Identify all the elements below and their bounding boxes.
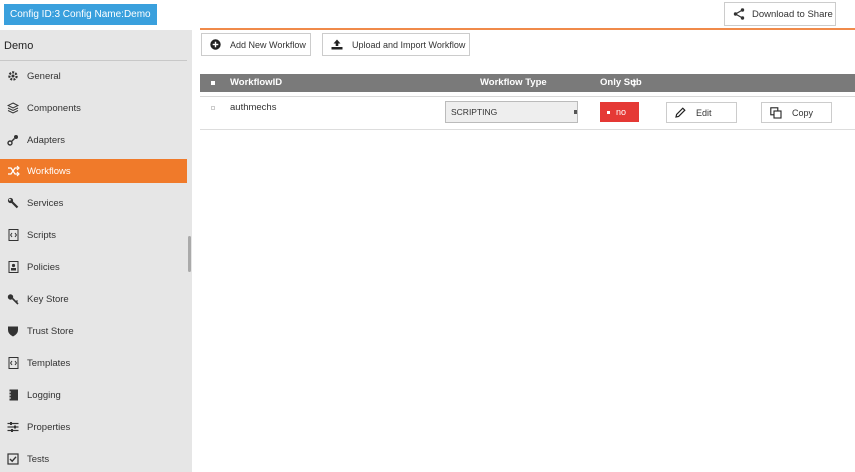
column-header-workflow-id[interactable]: WorkflowID: [230, 74, 282, 92]
key-icon: [6, 292, 20, 306]
table-row: authmechs SCRIPTING no Edit Copy: [200, 97, 855, 130]
sidebar-item-label: Workflows: [27, 165, 71, 177]
sidebar: Demo General Components Adapters Workflo…: [0, 30, 192, 472]
adapter-icon: [6, 133, 20, 147]
sidebar-item-scripts[interactable]: Scripts: [0, 223, 187, 247]
checkbox-icon: [6, 452, 20, 466]
sidebar-item-label: Properties: [27, 421, 71, 433]
header-accent-rule: [200, 28, 855, 30]
edit-button[interactable]: Edit: [666, 102, 737, 123]
layers-icon: [6, 101, 20, 115]
sidebar-item-key-store[interactable]: Key Store: [0, 287, 187, 311]
sidebar-item-services[interactable]: Services: [0, 191, 187, 215]
upload-icon: [331, 39, 343, 50]
add-new-workflow-label: Add New Workflow: [230, 39, 306, 50]
shuffle-icon: [6, 164, 20, 178]
sidebar-item-workflows[interactable]: Workflows: [0, 159, 187, 183]
sidebar-item-label: Key Store: [27, 293, 69, 305]
sidebar-item-general[interactable]: General: [0, 64, 187, 88]
square-icon: [607, 110, 610, 114]
download-to-share-button[interactable]: Download to Share: [724, 2, 836, 26]
only-sub-value: no: [616, 107, 627, 117]
workflow-type-value: SCRIPTING: [451, 107, 498, 117]
workflow-type-select[interactable]: SCRIPTING: [445, 101, 578, 123]
workflow-id-cell[interactable]: authmechs: [230, 102, 276, 113]
sidebar-divider: [0, 60, 187, 61]
sidebar-item-properties[interactable]: Properties: [0, 415, 187, 439]
edit-label: Edit: [696, 107, 712, 118]
sidebar-item-label: Trust Store: [27, 325, 74, 337]
sidebar-item-label: Policies: [27, 261, 60, 273]
sidebar-item-label: Tests: [27, 453, 50, 465]
column-header-workflow-type: Workflow Type: [480, 77, 547, 88]
script-icon: [6, 228, 20, 242]
grid-header: WorkflowID Workflow Type Only Sub: [200, 74, 855, 92]
sidebar-item-label: Adapters: [27, 134, 66, 146]
sliders-icon: [6, 420, 20, 434]
copy-button[interactable]: Copy: [761, 102, 832, 123]
copy-label: Copy: [792, 107, 814, 118]
sidebar-item-label: General: [27, 70, 61, 82]
plus-circle-icon: [210, 39, 221, 50]
row-checkbox[interactable]: [211, 106, 215, 110]
upload-import-label: Upload and Import Workflow: [352, 39, 466, 50]
sidebar-item-adapters[interactable]: Adapters: [0, 128, 187, 152]
shield-icon: [6, 324, 20, 338]
sidebar-item-label: Templates: [27, 357, 71, 369]
copy-icon: [770, 106, 782, 119]
code-file-icon: [6, 356, 20, 370]
sidebar-item-components[interactable]: Components: [0, 96, 187, 120]
dropdown-arrow-icon: [574, 110, 577, 114]
sidebar-item-logging[interactable]: Logging: [0, 383, 187, 407]
sidebar-item-label: Logging: [27, 389, 61, 401]
top-bar: Config ID:3 Config Name:Demo Download to…: [0, 0, 855, 30]
sidebar-item-policies[interactable]: Policies: [0, 255, 187, 279]
only-sub-toggle[interactable]: no: [600, 102, 639, 122]
share-icon: [733, 8, 745, 20]
upload-import-workflow-button[interactable]: Upload and Import Workflow: [322, 33, 470, 56]
sidebar-item-label: Components: [27, 102, 81, 114]
pencil-icon: [675, 107, 686, 118]
config-badge: Config ID:3 Config Name:Demo: [4, 4, 157, 25]
sidebar-item-label: Services: [27, 197, 64, 209]
add-new-workflow-button[interactable]: Add New Workflow: [201, 33, 311, 56]
column-header-only-sub: Only Sub: [600, 77, 642, 88]
policy-icon: [6, 260, 20, 274]
wrench-icon: [6, 196, 20, 210]
sidebar-item-tests[interactable]: Tests: [0, 447, 187, 471]
sidebar-item-label: Scripts: [27, 229, 57, 241]
notebook-icon: [6, 388, 20, 402]
select-all-checkbox[interactable]: [211, 81, 215, 85]
gear-icon: [6, 69, 20, 83]
sidebar-item-trust-store[interactable]: Trust Store: [0, 319, 187, 343]
sidebar-item-templates[interactable]: Templates: [0, 351, 187, 375]
download-label: Download to Share: [752, 8, 833, 20]
sidebar-scrollbar[interactable]: [188, 236, 191, 272]
sidebar-title: Demo: [4, 40, 34, 52]
